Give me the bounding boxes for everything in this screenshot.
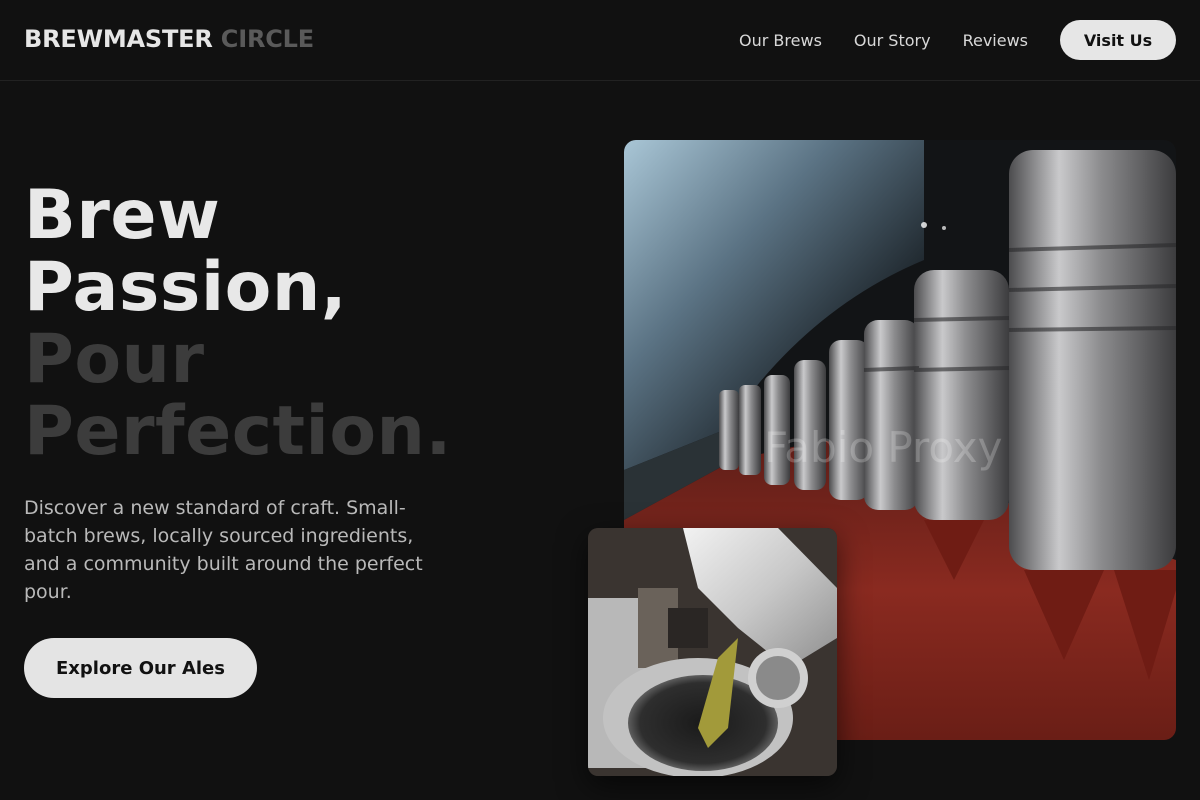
brand-name-secondary: CIRCLE <box>220 25 314 53</box>
hero-title: Brew Passion, Pour Perfection. <box>24 180 584 468</box>
site-header: BREWMASTER CIRCLE Our Brews Our Story Re… <box>0 0 1200 81</box>
hero-subtitle: Discover a new standard of craft. Small-… <box>24 497 423 603</box>
page: BREWMASTER CIRCLE Our Brews Our Story Re… <box>0 0 1200 800</box>
malt-pouring-image <box>588 528 837 776</box>
hero-title-line-4: Perfection. <box>24 392 452 471</box>
brand-logo[interactable]: BREWMASTER CIRCLE <box>24 24 314 54</box>
visit-us-button[interactable]: Visit Us <box>1060 20 1176 60</box>
main-nav: Our Brews Our Story Reviews Visit Us <box>739 20 1176 60</box>
hero-title-line-2: Passion, <box>24 248 348 327</box>
brand-name-primary: BREWMASTER <box>24 25 213 53</box>
explore-ales-button[interactable]: Explore Our Ales <box>24 638 257 698</box>
hero-title-line-1: Brew <box>24 176 221 255</box>
nav-link-our-brews[interactable]: Our Brews <box>739 31 822 50</box>
hero-title-line-3: Pour <box>24 320 205 399</box>
malt-pouring-illustration <box>588 528 837 776</box>
image-watermark: Fabio Proxy <box>764 423 1003 472</box>
nav-link-reviews[interactable]: Reviews <box>963 31 1028 50</box>
nav-link-our-story[interactable]: Our Story <box>854 31 931 50</box>
